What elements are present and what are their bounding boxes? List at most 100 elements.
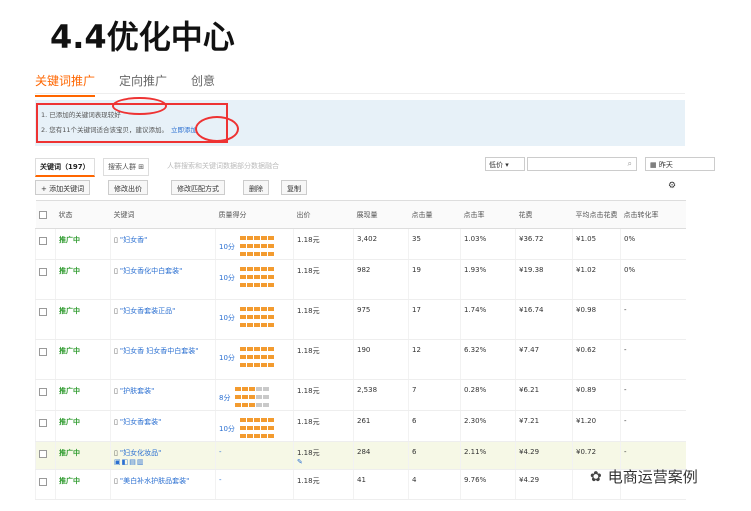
cost-value: ¥4.29 xyxy=(519,448,540,456)
quality-score: 8分 xyxy=(219,394,231,402)
column-header[interactable]: 点击转化率 xyxy=(620,200,686,229)
column-header[interactable]: 出价 xyxy=(293,200,354,229)
mobile-icon: ▯ xyxy=(114,267,118,275)
impressions-value: 284 xyxy=(357,448,371,456)
keyword-link[interactable]: "妇女香套装正品" xyxy=(120,307,175,315)
cvr-value: - xyxy=(624,448,627,456)
tab-keywords[interactable]: 关键词（197） xyxy=(35,158,95,177)
cost-value: ¥7.21 xyxy=(519,417,540,425)
column-header[interactable]: 花费 xyxy=(515,200,573,229)
keyword-link[interactable]: "妇女香 妇女香中白套装" xyxy=(120,347,199,355)
table-row[interactable]: 推广中 ▯ "妇女香套装" 10分 1.18元 261 6 2.30% ¥7.21 ¥1.20 - xyxy=(35,410,686,442)
table-row[interactable]: 推广中 ▯ "妇女香" 10分 1.18元 3,402 35 1.03% ¥36.72 ¥1.05… xyxy=(35,228,686,260)
quality-bars xyxy=(234,386,270,410)
row-checkbox[interactable] xyxy=(39,348,47,356)
list-header-bar: 关键词（197） 搜索人群 ⊞ 人群搜索和关键词数据部分数据融合 低价 ▾ ⌕ … xyxy=(35,156,715,177)
cpc-value: ¥1.05 xyxy=(576,235,597,243)
row-checkbox[interactable] xyxy=(39,268,47,276)
status-badge: 推广中 xyxy=(59,477,80,485)
modify-match-button[interactable]: 修改匹配方式 xyxy=(171,180,225,195)
bid-value[interactable]: 1.18元 xyxy=(297,387,320,395)
add-now-link[interactable]: 立即添加 xyxy=(171,126,197,134)
cost-value: ¥19.38 xyxy=(519,266,544,274)
keyword-link[interactable]: "护肤套装" xyxy=(120,387,154,395)
row-checkbox[interactable] xyxy=(39,388,47,396)
select-all-checkbox[interactable] xyxy=(38,210,47,219)
search-icon: ⌕ xyxy=(627,159,632,168)
mobile-icon: ▯ xyxy=(114,449,118,457)
filter-select[interactable]: 低价 ▾ xyxy=(485,157,525,171)
bid-value[interactable]: 1.18元 xyxy=(297,347,320,355)
edit-icon[interactable]: ✎ xyxy=(297,458,303,466)
cost-value: ¥16.74 xyxy=(519,306,544,314)
table-row[interactable]: 推广中 ▯ "妇女香套装正品" 10分 1.18元 975 17 1.74% ¥16.74 ¥0.… xyxy=(35,299,686,340)
copy-button[interactable]: 复制 xyxy=(281,180,307,195)
keyword-link[interactable]: "美白补水护肤品套装" xyxy=(120,477,189,485)
notice-line-2: 2. 您有11个关键词适合该宝贝，建议添加。 立即添加 xyxy=(41,124,197,134)
modify-bid-button[interactable]: 修改出价 xyxy=(108,180,148,195)
keyword-link[interactable]: "妇女香化中白套装" xyxy=(120,267,182,275)
cost-value: ¥36.72 xyxy=(519,235,544,243)
search-input[interactable]: ⌕ xyxy=(527,157,637,171)
ctr-value: 9.76% xyxy=(464,476,487,484)
quality-bars xyxy=(239,235,274,259)
action-icons[interactable]: ▣◧▤▥ xyxy=(114,458,144,466)
mobile-icon: ▯ xyxy=(114,236,118,244)
impressions-value: 975 xyxy=(357,306,371,314)
table-row[interactable]: 推广中 ▯ "妇女香化中白套装" 10分 1.18元 982 19 1.93% ¥19.38 ¥1… xyxy=(35,259,686,300)
column-header[interactable]: 质量得分 xyxy=(215,200,294,229)
table-row[interactable]: 推广中 ▯ "美白补水护肤品套装" - 1.18元 41 4 9.76% ¥4.29 xyxy=(35,469,686,500)
mobile-icon: ▯ xyxy=(114,418,118,426)
quality-score: 10分 xyxy=(219,425,235,433)
clicks-value: 17 xyxy=(412,306,421,314)
tabs-divider xyxy=(35,93,685,94)
column-header[interactable]: 点击量 xyxy=(408,200,461,229)
row-checkbox[interactable] xyxy=(39,450,47,458)
status-badge: 推广中 xyxy=(59,267,80,275)
notice-line-1: 1. 已添加的关键词表现较好 xyxy=(41,111,121,119)
bid-value[interactable]: 1.18元 xyxy=(297,267,320,275)
clicks-value: 7 xyxy=(412,386,417,394)
status-badge: 推广中 xyxy=(59,236,80,244)
date-picker[interactable]: ▦ 昨天 xyxy=(645,157,715,171)
cvr-value: - xyxy=(624,346,627,354)
mobile-icon: ▯ xyxy=(114,477,118,485)
table-row[interactable]: 推广中 ▯ "妇女香 妇女香中白套装" 10分 1.18元 190 12 6.32% ¥7.47… xyxy=(35,339,686,380)
gear-icon[interactable]: ⚙ xyxy=(668,181,676,191)
watermark-text: 电商运营案例 xyxy=(607,468,698,486)
table-row[interactable]: 推广中 ▯ "妇女化妆品" ▣◧▤▥ - 1.18元 ✎ 284 6 2.11% ¥4.29 ¥0.7… xyxy=(35,441,686,470)
calendar-icon: ▦ xyxy=(650,161,657,169)
table-row[interactable]: 推广中 ▯ "护肤套装" 8分 1.18元 2,538 7 0.28% ¥6.21 ¥0.89 - xyxy=(35,379,686,411)
quality-score: 10分 xyxy=(219,314,235,322)
column-header[interactable]: 展现量 xyxy=(353,200,409,229)
row-checkbox[interactable] xyxy=(39,419,47,427)
column-header[interactable]: 状态 xyxy=(55,200,111,229)
watermark: ✿ 电商运营案例 xyxy=(590,466,698,487)
keyword-link[interactable]: "妇女香" xyxy=(120,236,147,244)
clicks-value: 19 xyxy=(412,266,421,274)
status-badge: 推广中 xyxy=(59,347,80,355)
bid-value[interactable]: 1.18元 xyxy=(297,477,320,485)
bid-value[interactable]: 1.18元 xyxy=(297,307,320,315)
column-header[interactable]: 点击率 xyxy=(460,200,516,229)
row-checkbox[interactable] xyxy=(39,308,47,316)
column-header[interactable]: 关键词 xyxy=(110,200,216,229)
add-keyword-button[interactable]: + 添加关键词 xyxy=(35,180,91,195)
quality-score: - xyxy=(219,476,222,484)
tab-search-people[interactable]: 搜索人群 ⊞ xyxy=(103,158,150,176)
column-header[interactable]: 平均点击花费 xyxy=(572,200,621,229)
row-checkbox[interactable] xyxy=(39,478,47,486)
status-badge: 推广中 xyxy=(59,418,80,426)
bid-value[interactable]: 1.18元 xyxy=(297,236,320,244)
row-checkbox[interactable] xyxy=(39,237,47,245)
delete-button[interactable]: 删除 xyxy=(243,180,269,195)
cost-value: ¥6.21 xyxy=(519,386,540,394)
keyword-link[interactable]: "妇女化妆品" xyxy=(120,449,161,457)
quality-bars xyxy=(239,266,274,290)
mobile-icon: ▯ xyxy=(114,347,118,355)
bid-value[interactable]: 1.18元 xyxy=(297,449,320,457)
ctr-value: 6.32% xyxy=(464,346,487,354)
keyword-link[interactable]: "妇女香套装" xyxy=(120,418,161,426)
bid-value[interactable]: 1.18元 xyxy=(297,418,320,426)
annotation-circle xyxy=(195,116,239,142)
